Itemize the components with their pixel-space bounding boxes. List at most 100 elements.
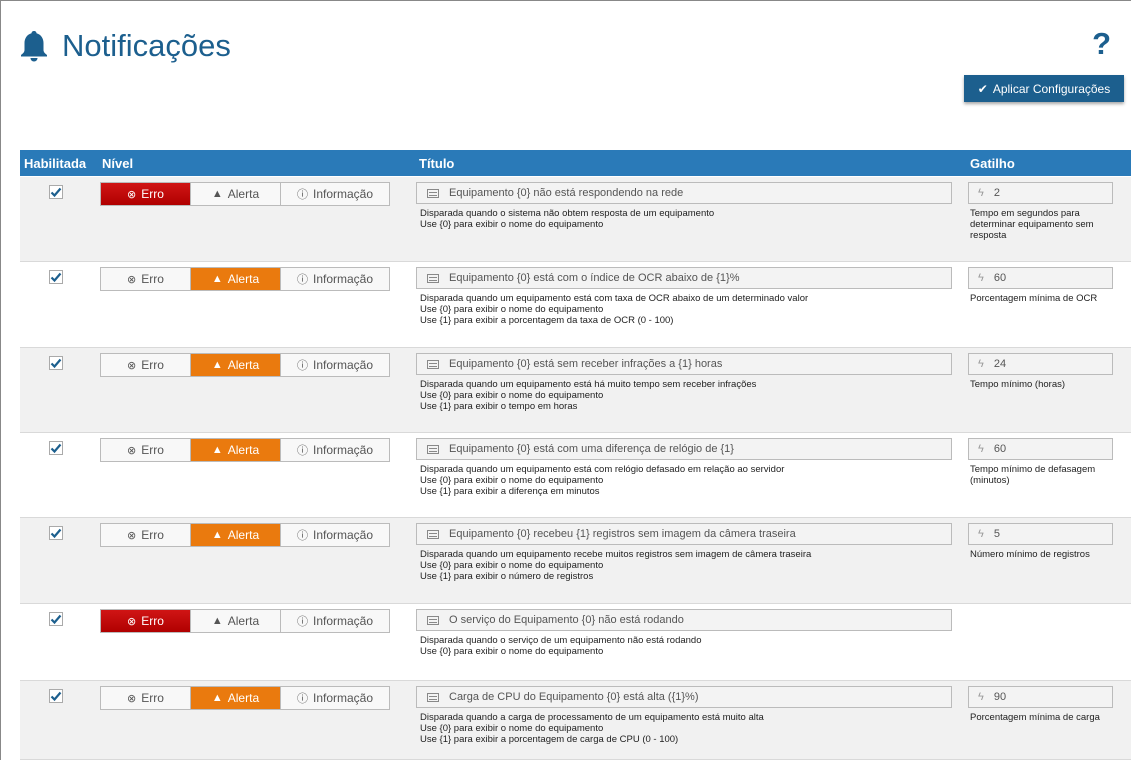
level-selector: ⊗ Erro ▲ Alerta ⓘ Informação bbox=[100, 182, 390, 206]
title-description: Disparada quando o sistema não obtem res… bbox=[420, 208, 950, 230]
trigger-input[interactable]: ϟ5 bbox=[968, 523, 1113, 545]
level-info-button[interactable]: ⓘ Informação bbox=[281, 268, 389, 290]
level-selector: ⊗ Erro ▲ Alerta ⓘ Informação bbox=[100, 438, 390, 462]
level-selector: ⊗ Erro ▲ Alerta ⓘ Informação bbox=[100, 609, 390, 633]
level-label: Informação bbox=[312, 272, 374, 286]
title-description: Disparada quando um equipamento está há … bbox=[420, 379, 950, 412]
enabled-checkbox[interactable] bbox=[49, 612, 63, 626]
description-line: Use {1} para exibir a porcentagem de car… bbox=[420, 734, 679, 745]
times-circle-icon: ⊗ bbox=[127, 359, 137, 372]
enabled-checkbox[interactable] bbox=[49, 185, 63, 199]
description-line: Use {0} para exibir o nome do equipament… bbox=[420, 219, 604, 230]
trigger-input[interactable]: ϟ 60 bbox=[968, 267, 1113, 289]
info-icon: ⓘ bbox=[296, 274, 308, 286]
level-info-button[interactable]: ⓘ Informação bbox=[281, 354, 389, 376]
level-selector: ⊗ Erro ▲ Alerta ⓘ Informação bbox=[100, 686, 390, 710]
checkmark-icon bbox=[50, 443, 62, 454]
trigger-description: Porcentagem mínima de carga bbox=[970, 712, 1100, 723]
times-circle-icon: ⊗ bbox=[127, 692, 137, 705]
level-error-button[interactable]: ⊗ Erro bbox=[101, 354, 191, 376]
level-alert-button[interactable]: ▲ Alerta bbox=[191, 687, 281, 709]
column-header-trigger: Gatilho bbox=[970, 156, 1015, 171]
level-alert-button[interactable]: ▲ Alerta bbox=[191, 439, 281, 461]
level-label: Erro bbox=[141, 272, 164, 286]
level-alert-button[interactable]: ▲ Alerta bbox=[191, 183, 281, 205]
warning-icon: ▲ bbox=[211, 529, 223, 541]
title-input[interactable]: Equipamento {0} está sem receber infraçõ… bbox=[416, 353, 952, 375]
title-input[interactable]: Equipamento {0} recebeu {1} registros se… bbox=[416, 523, 952, 545]
level-alert-button[interactable]: ▲ Alerta bbox=[191, 354, 281, 376]
trigger-value: 60 bbox=[993, 272, 1007, 284]
description-line: Disparada quando o sistema não obtem res… bbox=[420, 208, 715, 219]
title-input[interactable]: Equipamento {0} não está respondendo na … bbox=[416, 182, 952, 204]
checkmark-icon bbox=[50, 691, 62, 702]
trigger-description: Tempo em segundos para determinar equipa… bbox=[970, 208, 1094, 241]
title-input[interactable]: O serviço do Equipamento {0} não está ro… bbox=[416, 609, 952, 631]
warning-icon: ▲ bbox=[211, 273, 223, 285]
enabled-checkbox[interactable] bbox=[49, 441, 63, 455]
trigger-value: 90 bbox=[993, 691, 1007, 703]
title-input[interactable]: Carga de CPU do Equipamento {0} está alt… bbox=[416, 686, 952, 708]
level-label: Informação bbox=[312, 691, 374, 705]
enabled-checkbox[interactable] bbox=[49, 526, 63, 540]
title-input[interactable]: Equipamento {0} está com uma diferença d… bbox=[416, 438, 952, 460]
warning-icon: ▲ bbox=[211, 444, 223, 456]
bolt-icon: ϟ bbox=[978, 272, 984, 284]
level-error-button[interactable]: ⊗ Erro bbox=[101, 687, 191, 709]
bolt-icon: ϟ bbox=[978, 528, 984, 540]
description-line: Use {1} para exibir a porcentagem da tax… bbox=[420, 315, 674, 326]
list-icon bbox=[427, 444, 439, 454]
level-info-button[interactable]: ⓘ Informação bbox=[281, 524, 389, 546]
title-text: Equipamento {0} está com uma diferença d… bbox=[449, 443, 734, 455]
level-error-button[interactable]: ⊗ Erro bbox=[101, 183, 191, 205]
enabled-checkbox[interactable] bbox=[49, 689, 63, 703]
level-error-button[interactable]: ⊗ Erro bbox=[101, 268, 191, 290]
times-circle-icon: ⊗ bbox=[127, 529, 137, 542]
level-info-button[interactable]: ⓘ Informação bbox=[281, 610, 389, 632]
title-text: Equipamento {0} está com o índice de OCR… bbox=[449, 272, 740, 284]
level-error-button[interactable]: ⊗ Erro bbox=[101, 610, 191, 632]
apply-settings-button[interactable]: ✔ Aplicar Configurações bbox=[964, 75, 1124, 102]
info-icon: ⓘ bbox=[296, 693, 308, 705]
level-selector: ⊗ Erro ▲ Alerta ⓘ Informação bbox=[100, 353, 390, 377]
description-line: Use {1} para exibir a diferença em minut… bbox=[420, 486, 600, 497]
level-info-button[interactable]: ⓘ Informação bbox=[281, 687, 389, 709]
description-line: Use {0} para exibir o nome do equipament… bbox=[420, 475, 604, 486]
info-icon: ⓘ bbox=[296, 616, 308, 628]
level-label: Informação bbox=[312, 358, 374, 372]
description-line: Disparada quando um equipamento está com… bbox=[420, 464, 785, 475]
enabled-checkbox[interactable] bbox=[49, 270, 63, 284]
checkmark-icon bbox=[50, 272, 62, 283]
description-line: Use {1} para exibir o número de registro… bbox=[420, 571, 594, 582]
page-title: Notificações bbox=[62, 28, 231, 63]
level-label: Informação bbox=[312, 528, 374, 542]
info-icon: ⓘ bbox=[296, 530, 308, 542]
warning-icon: ▲ bbox=[211, 692, 223, 704]
list-icon bbox=[427, 692, 439, 702]
trigger-input[interactable]: ϟ 24 bbox=[968, 353, 1113, 375]
level-label: Alerta bbox=[227, 614, 260, 628]
title-description: Disparada quando um equipamento está com… bbox=[420, 464, 950, 497]
check-icon: ✔ bbox=[977, 81, 988, 96]
enabled-checkbox[interactable] bbox=[49, 356, 63, 370]
level-alert-button[interactable]: ▲ Alerta bbox=[191, 268, 281, 290]
apply-settings-label: Aplicar Configurações bbox=[992, 81, 1111, 96]
level-label: Erro bbox=[141, 691, 164, 705]
trigger-value: 24 bbox=[993, 358, 1007, 370]
level-alert-button[interactable]: ▲ Alerta bbox=[191, 610, 281, 632]
trigger-input[interactable]: ϟ2 bbox=[968, 182, 1113, 204]
level-info-button[interactable]: ⓘ Informação bbox=[281, 439, 389, 461]
table-row: ⊗ Erro ▲ Alerta ⓘ Informação Equipamento {0} e… bbox=[20, 348, 1131, 433]
trigger-input[interactable]: ϟ 60 bbox=[968, 438, 1113, 460]
level-error-button[interactable]: ⊗ Erro bbox=[101, 439, 191, 461]
level-error-button[interactable]: ⊗ Erro bbox=[101, 524, 191, 546]
level-label: Alerta bbox=[227, 691, 260, 705]
level-info-button[interactable]: ⓘ Informação bbox=[281, 183, 389, 205]
trigger-description: Tempo mínimo de defasagem (minutos) bbox=[970, 464, 1096, 486]
title-input[interactable]: Equipamento {0} está com o índice de OCR… bbox=[416, 267, 952, 289]
level-label: Alerta bbox=[227, 358, 260, 372]
help-icon[interactable]: ? bbox=[1092, 26, 1111, 62]
level-label: Informação bbox=[312, 187, 374, 201]
trigger-input[interactable]: ϟ 90 bbox=[968, 686, 1113, 708]
level-alert-button[interactable]: ▲ Alerta bbox=[191, 524, 281, 546]
